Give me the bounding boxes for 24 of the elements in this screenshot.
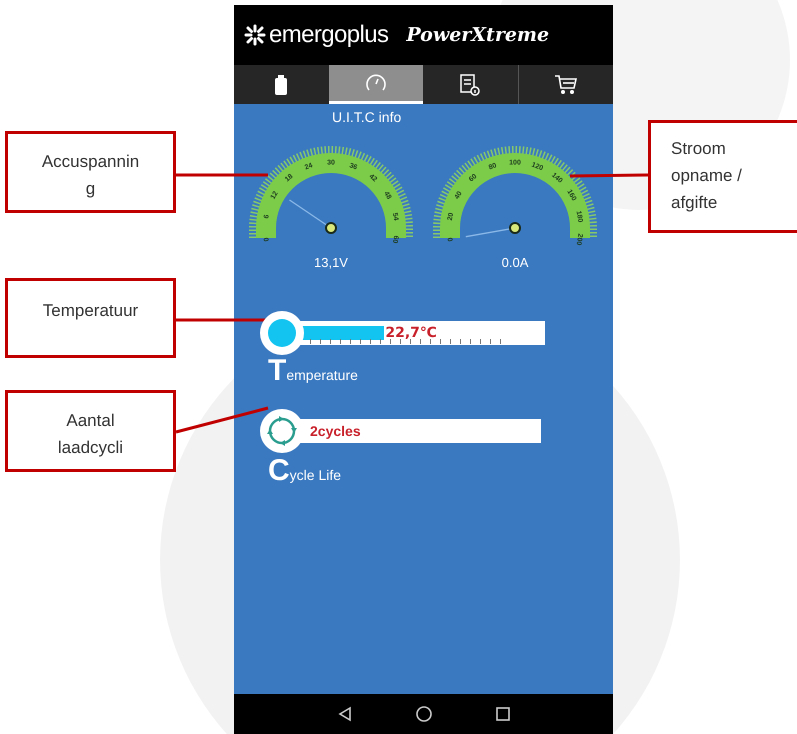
gauge-icon	[364, 73, 387, 93]
cart-icon	[554, 74, 578, 96]
needle-hub	[509, 222, 521, 234]
callout-box: Accuspannin g	[5, 131, 176, 213]
circular-arrows-icon	[267, 416, 297, 446]
gauge-reading: 0.0A	[502, 256, 528, 269]
temperature-label: Temperature	[267, 357, 359, 389]
home-icon[interactable]	[414, 705, 432, 723]
callout-box: Temperatuur	[5, 278, 176, 358]
cycle-count: 2cycles	[310, 424, 361, 438]
back-icon[interactable]	[336, 706, 352, 722]
starburst-icon	[244, 24, 266, 46]
battery-icon	[274, 74, 288, 94]
brand-logo: emergoplus	[269, 23, 388, 47]
cycle-life-label: Cycle Life	[267, 457, 342, 489]
document-info-icon	[460, 74, 480, 96]
callout-box: Stroom opname / afgifte	[648, 120, 797, 233]
recent-apps-icon[interactable]	[494, 706, 510, 722]
product-logo: PowerXtreme	[406, 26, 550, 44]
needle-hub	[325, 222, 337, 234]
screen-title: U.I.T.C info	[331, 108, 402, 126]
gauge-reading: 13,1V	[314, 256, 348, 269]
callout-box: Aantal laadcycli	[5, 390, 176, 472]
temperature-reading: 22,7℃	[385, 326, 437, 340]
